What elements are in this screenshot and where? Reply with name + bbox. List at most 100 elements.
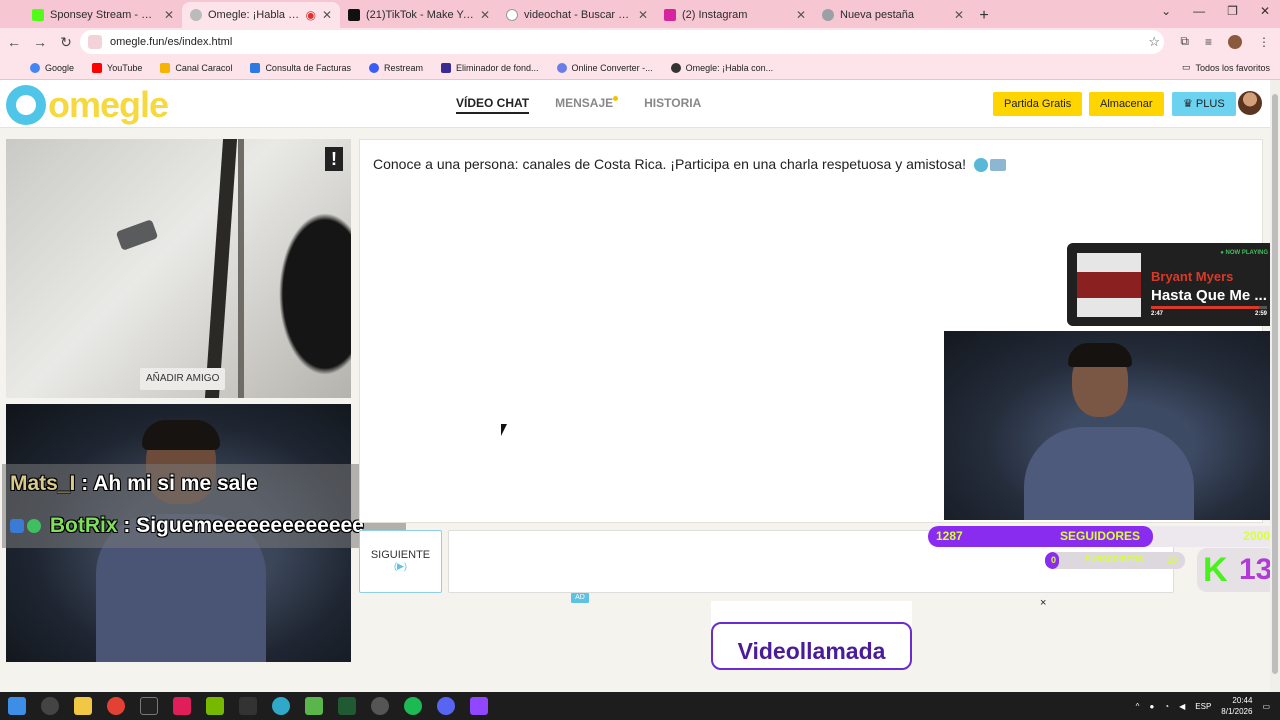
user-avatar[interactable] (1238, 91, 1262, 115)
google-icon (30, 62, 40, 73)
notifications-icon[interactable]: ▭ (1262, 702, 1270, 711)
bookmark-facturas[interactable]: Consulta de Facturas (250, 62, 351, 73)
page-scrollbar[interactable] (1270, 80, 1280, 692)
all-bookmarks-label: Todos los favoritos (1195, 62, 1270, 73)
close-tab-icon[interactable]: ✕ (480, 8, 490, 22)
video-content (1068, 343, 1132, 367)
bookmark-star-icon[interactable]: ☆ (1148, 34, 1160, 50)
nav-history[interactable]: HISTORIA (644, 96, 701, 114)
clock[interactable]: 20:44 8/1/2026 (1221, 695, 1252, 717)
close-tab-icon[interactable]: ✕ (164, 8, 174, 22)
terminal-icon[interactable] (338, 697, 356, 715)
chrome-icon[interactable] (107, 697, 125, 715)
add-friend-button[interactable]: AÑADIR AMIGO (140, 368, 226, 390)
all-bookmarks[interactable]: ▭ Todos los favoritos (1182, 62, 1270, 73)
address-bar-row: ← → ↻ omegle.fun/es/index.html ☆ ⧉ ≡ ⋮ (0, 28, 1280, 56)
converter-icon (556, 62, 567, 73)
ad-close-icon[interactable]: × (1040, 597, 1046, 609)
tab-omegle[interactable]: Omegle: ¡Habla con Descon ◉ ✕ (182, 2, 340, 28)
plus-button[interactable]: ♛ PLUS (1172, 92, 1236, 116)
facturas-icon (250, 62, 261, 73)
twitch-icon[interactable] (470, 697, 488, 715)
site-info-icon[interactable] (88, 35, 102, 49)
tiktok-live-studio-icon[interactable] (239, 697, 257, 715)
main-nav: VÍDEO CHAT MENSAJE HISTORIA (456, 96, 701, 114)
bookmark-eliminador[interactable]: Eliminador de fond... (441, 62, 539, 73)
tray-chevron-icon[interactable]: ^ (1136, 702, 1140, 711)
tiktok-favicon-icon (348, 9, 360, 21)
video-content (271, 199, 351, 389)
close-window-icon[interactable]: ✕ (1260, 4, 1270, 18)
now-playing-tag: ● NOW PLAYING (1220, 250, 1268, 256)
back-icon[interactable]: ← (2, 34, 26, 50)
wifi-icon[interactable]: ◔ (1164, 702, 1169, 711)
forward-icon[interactable]: → (28, 34, 52, 50)
bookmark-converter[interactable]: Online Converter -... (556, 62, 653, 73)
close-tab-icon[interactable]: ✕ (796, 8, 806, 22)
minimize-icon[interactable]: — (1193, 4, 1205, 18)
file-explorer-icon[interactable] (74, 697, 92, 715)
call-of-duty-icon[interactable] (140, 697, 158, 715)
reload-icon[interactable]: ↻ (54, 34, 78, 51)
chat-intro-text: Conoce a una persona: canales de Costa R… (373, 156, 967, 172)
window-controls: ⌄ — ❐ ✕ (1161, 4, 1270, 18)
media-icon[interactable]: ≡ (1205, 35, 1212, 49)
close-tab-icon[interactable]: ✕ (638, 8, 648, 22)
site-header: omegle VÍDEO CHAT MENSAJE HISTORIA Parti… (0, 80, 1270, 128)
menu-icon[interactable]: ⋮ (1258, 35, 1270, 49)
bookmark-label: Online Converter -... (571, 62, 653, 73)
app-icon[interactable] (305, 697, 323, 715)
tab-label: Sponsey Stream - Watch Live o (50, 9, 158, 21)
windows-start-icon[interactable] (8, 697, 26, 715)
video-content (142, 420, 220, 450)
google-favicon-icon (506, 9, 518, 21)
next-button[interactable]: SIGUIENTE (▶) (359, 530, 442, 593)
spotify-icon[interactable] (404, 697, 422, 715)
restore-icon[interactable]: ❐ (1227, 4, 1238, 18)
logo-icon (6, 85, 46, 125)
chat-message: BotRix : Siguemeeeeeeeeeeeee (10, 514, 364, 538)
report-icon[interactable]: ! (325, 147, 343, 171)
tab-tiktok[interactable]: (21)TikTok - Make Your Day ✕ (340, 2, 498, 28)
free-game-button[interactable]: Partida Gratis (993, 92, 1083, 116)
close-tab-icon[interactable]: ✕ (954, 8, 964, 22)
folder-icon: ▭ (1181, 62, 1191, 72)
obs-icon[interactable] (371, 697, 389, 715)
kick-favicon-icon (32, 9, 44, 21)
site-logo[interactable]: omegle (6, 84, 169, 126)
language-indicator[interactable]: ESP (1195, 702, 1211, 711)
omegle-favicon-icon (190, 9, 202, 21)
tab-instagram[interactable]: (2) Instagram ✕ (656, 2, 814, 28)
scrollbar-thumb[interactable] (1272, 94, 1278, 674)
url-text: omegle.fun/es/index.html (110, 36, 233, 48)
bookmark-label: Google (45, 62, 75, 73)
search-icon[interactable] (41, 697, 59, 715)
ad-videocall-button[interactable]: Videollamada (711, 622, 912, 670)
profile-avatar[interactable] (1228, 34, 1242, 49)
bookmark-youtube[interactable]: YouTube (92, 62, 142, 73)
nav-message[interactable]: MENSAJE (555, 96, 619, 114)
tab-search-icon[interactable]: ⌄ (1161, 4, 1171, 18)
extensions-icon[interactable]: ⧉ (1180, 34, 1189, 49)
microphone-icon[interactable]: ● (1149, 702, 1154, 711)
nvidia-icon[interactable] (206, 697, 224, 715)
bookmark-caracol[interactable]: Canal Caracol (160, 62, 232, 73)
discord-icon[interactable] (437, 697, 455, 715)
nav-video-chat[interactable]: VÍDEO CHAT (456, 96, 530, 114)
close-tab-icon[interactable]: ✕ (322, 8, 332, 22)
bookmark-restream[interactable]: Restream (368, 62, 423, 73)
volume-icon[interactable]: ◀ (1179, 702, 1185, 711)
edge-icon[interactable] (272, 697, 290, 715)
store-button[interactable]: Almacenar (1089, 92, 1164, 116)
tiktok-icon[interactable] (173, 697, 191, 715)
ad-badge: AD (571, 593, 589, 603)
stranger-video: ! AÑADIR AMIGO (6, 139, 351, 398)
bookmark-google[interactable]: Google (30, 62, 75, 73)
bookmark-omegle[interactable]: Omegle: ¡Habla con... (670, 62, 773, 73)
url-field[interactable]: omegle.fun/es/index.html ☆ (80, 30, 1164, 54)
album-cover (1077, 253, 1141, 317)
new-tab-button[interactable]: + (972, 4, 996, 28)
tab-google[interactable]: videochat - Buscar con Google ✕ (498, 2, 656, 28)
tab-new[interactable]: Nueva pestaña ✕ (814, 2, 972, 28)
tab-sponsey[interactable]: Sponsey Stream - Watch Live o ✕ (24, 2, 182, 28)
